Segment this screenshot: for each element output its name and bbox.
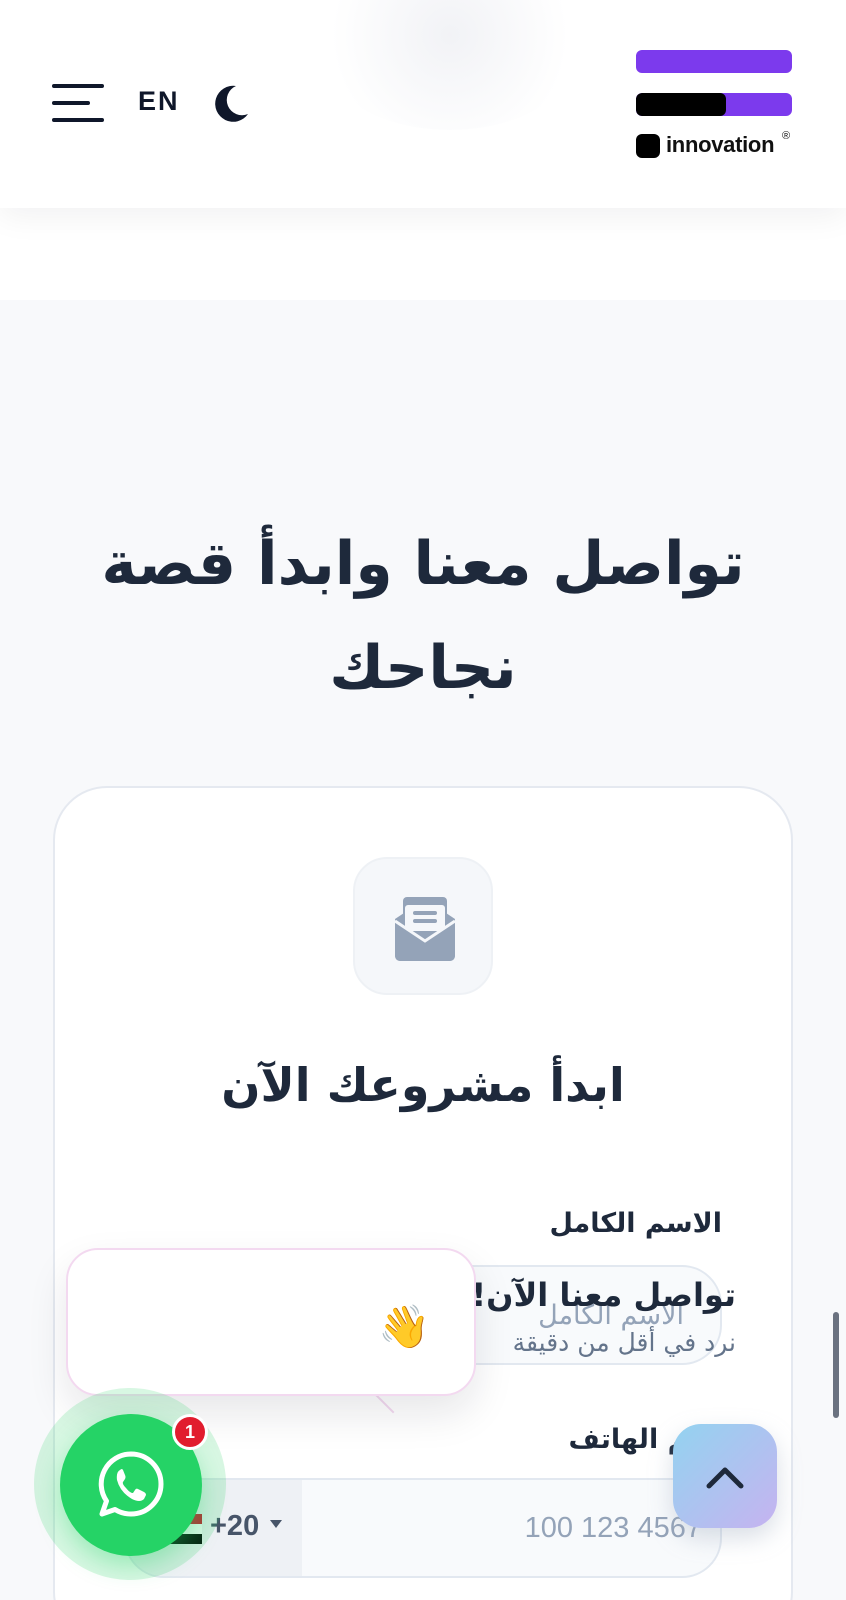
- registered-mark: ®: [782, 130, 791, 142]
- header-spacer: [0, 208, 846, 300]
- back-to-top-button[interactable]: [673, 1424, 777, 1528]
- brand-logo[interactable]: innovation ®: [636, 50, 796, 162]
- notification-badge: 1: [172, 1414, 208, 1450]
- phone-input[interactable]: [302, 1480, 720, 1576]
- section-title: تواصل معنا وابدأ قصة نجاحك: [101, 529, 745, 703]
- hamburger-menu-icon[interactable]: [52, 84, 104, 124]
- chat-popup-title: تواصل معنا الآن!: [471, 1276, 736, 1314]
- chevron-up-icon: [706, 1467, 744, 1489]
- phone-label: رقم الهاتف: [568, 1424, 722, 1455]
- envelope-open-icon: [394, 897, 456, 961]
- header-glow: [310, 0, 590, 130]
- waving-hand-icon: 👋: [378, 1302, 431, 1351]
- whatsapp-icon: [98, 1451, 164, 1517]
- chat-popup-subtitle: نرد في أقل من دقيقة: [512, 1328, 736, 1357]
- site-header: EN innovation ®: [0, 0, 846, 208]
- envelope-icon-box: [353, 857, 493, 995]
- logo-wordmark: innovation: [666, 132, 775, 157]
- language-toggle-button[interactable]: EN: [138, 86, 180, 117]
- full-name-label: الاسم الكامل: [549, 1208, 722, 1239]
- moon-icon[interactable]: [214, 84, 250, 124]
- scrollbar-thumb[interactable]: [833, 1312, 839, 1418]
- chevron-down-icon: [270, 1520, 282, 1528]
- form-title: ابدأ مشروعك الآن: [221, 1058, 625, 1112]
